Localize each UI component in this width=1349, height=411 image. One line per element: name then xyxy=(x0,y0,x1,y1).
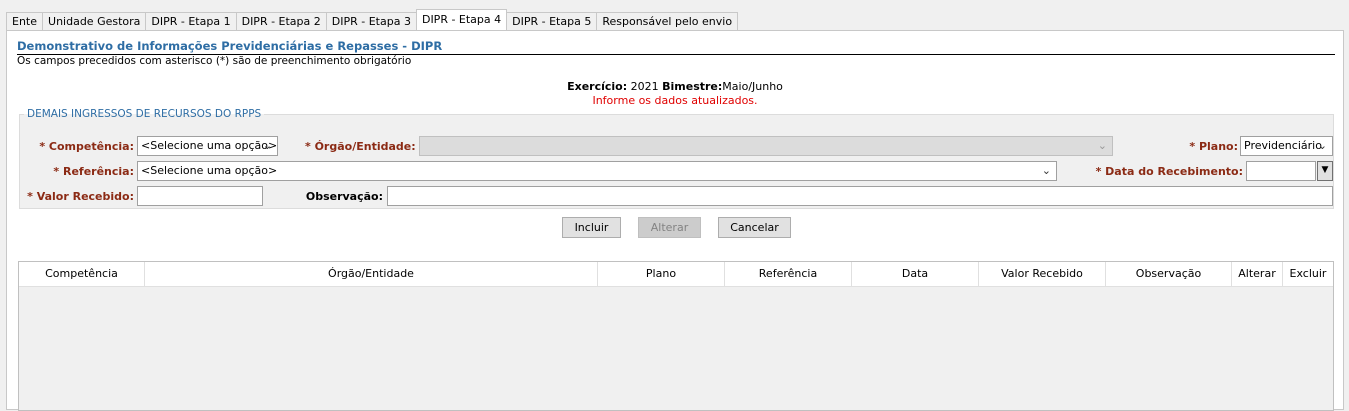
tab-dipr-etapa-5[interactable]: DIPR - Etapa 5 xyxy=(506,12,598,30)
bimestre-label: Bimestre: xyxy=(662,80,723,93)
column-orgao-entidade[interactable]: Órgão/Entidade xyxy=(145,262,598,286)
tab-unidade-gestora[interactable]: Unidade Gestora xyxy=(42,12,147,30)
column-competencia[interactable]: Competência xyxy=(19,262,145,286)
ingressos-table: Competência Órgão/Entidade Plano Referên… xyxy=(18,261,1334,411)
tab-ente[interactable]: Ente xyxy=(6,12,44,30)
column-alterar[interactable]: Alterar xyxy=(1232,262,1283,286)
valor-recebido-input[interactable] xyxy=(137,186,263,206)
tab-bar: Ente Unidade Gestora DIPR - Etapa 1 DIPR… xyxy=(6,9,739,30)
column-data[interactable]: Data xyxy=(852,262,979,286)
plano-label: * Plano: xyxy=(1189,140,1238,153)
referencia-label: * Referência: xyxy=(53,165,134,178)
chevron-down-icon: ⌄ xyxy=(1317,139,1327,152)
competencia-selected: <Selecione uma opção> xyxy=(141,139,278,152)
calendar-dropdown-icon[interactable]: ▼ xyxy=(1317,161,1333,181)
group-legend: DEMAIS INGRESSOS DE RECURSOS DO RPPS xyxy=(27,108,262,120)
column-observacao[interactable]: Observação xyxy=(1106,262,1232,286)
tab-dipr-etapa-2[interactable]: DIPR - Etapa 2 xyxy=(235,12,327,30)
data-recebimento-input[interactable] xyxy=(1246,161,1316,181)
bimestre-value: Maio/Junho xyxy=(722,80,783,93)
chevron-down-icon: ⌄ xyxy=(1041,164,1051,177)
cancelar-button[interactable]: Cancelar xyxy=(718,217,791,238)
plano-select[interactable]: Previdenciário ⌄ xyxy=(1240,136,1333,156)
tab-panel: Demonstrativo de Informações Previdenciá… xyxy=(6,30,1344,411)
valor-recebido-label: * Valor Recebido: xyxy=(27,190,134,203)
referencia-selected: <Selecione uma opção> xyxy=(141,164,278,177)
observacao-label: Observação: xyxy=(305,190,383,203)
plano-selected: Previdenciário xyxy=(1244,139,1322,152)
alterar-button[interactable]: Alterar xyxy=(638,217,701,238)
chevron-down-icon: ⌄ xyxy=(1097,139,1107,152)
tab-responsavel-envio[interactable]: Responsável pelo envio xyxy=(596,12,739,30)
exercicio-value: 2021 xyxy=(630,80,659,93)
orgao-label: * Órgão/Entidade: xyxy=(305,140,416,153)
tab-dipr-etapa-1[interactable]: DIPR - Etapa 1 xyxy=(145,12,237,30)
exercise-info: Exercício: 2021 Bimestre:Maio/Junho xyxy=(7,80,1343,93)
competencia-select[interactable]: <Selecione uma opção> ⌄ xyxy=(137,136,278,156)
table-header: Competência Órgão/Entidade Plano Referên… xyxy=(19,262,1333,287)
column-excluir[interactable]: Excluir xyxy=(1283,262,1333,286)
update-alert: Informe os dados atualizados. xyxy=(592,94,758,107)
column-referencia[interactable]: Referência xyxy=(725,262,852,286)
column-valor-recebido[interactable]: Valor Recebido xyxy=(979,262,1106,286)
tab-dipr-etapa-3[interactable]: DIPR - Etapa 3 xyxy=(325,12,417,30)
exercicio-label: Exercício: xyxy=(567,80,628,93)
data-recebimento-label: * Data do Recebimento: xyxy=(1095,165,1243,178)
required-fields-hint: Os campos precedidos com asterisco (*) s… xyxy=(17,55,412,67)
observacao-input[interactable] xyxy=(387,186,1333,206)
incluir-button[interactable]: Incluir xyxy=(562,217,621,238)
page-title: Demonstrativo de Informações Previdenciá… xyxy=(17,39,1335,55)
orgao-select[interactable]: ⌄ xyxy=(419,136,1113,156)
chevron-down-icon: ⌄ xyxy=(262,139,272,152)
tab-dipr-etapa-4[interactable]: DIPR - Etapa 4 xyxy=(415,9,508,30)
referencia-select[interactable]: <Selecione uma opção> ⌄ xyxy=(137,161,1057,181)
demais-ingressos-group: DEMAIS INGRESSOS DE RECURSOS DO RPPS * C… xyxy=(19,108,1334,209)
competencia-label: * Competência: xyxy=(39,140,134,153)
column-plano[interactable]: Plano xyxy=(598,262,725,286)
